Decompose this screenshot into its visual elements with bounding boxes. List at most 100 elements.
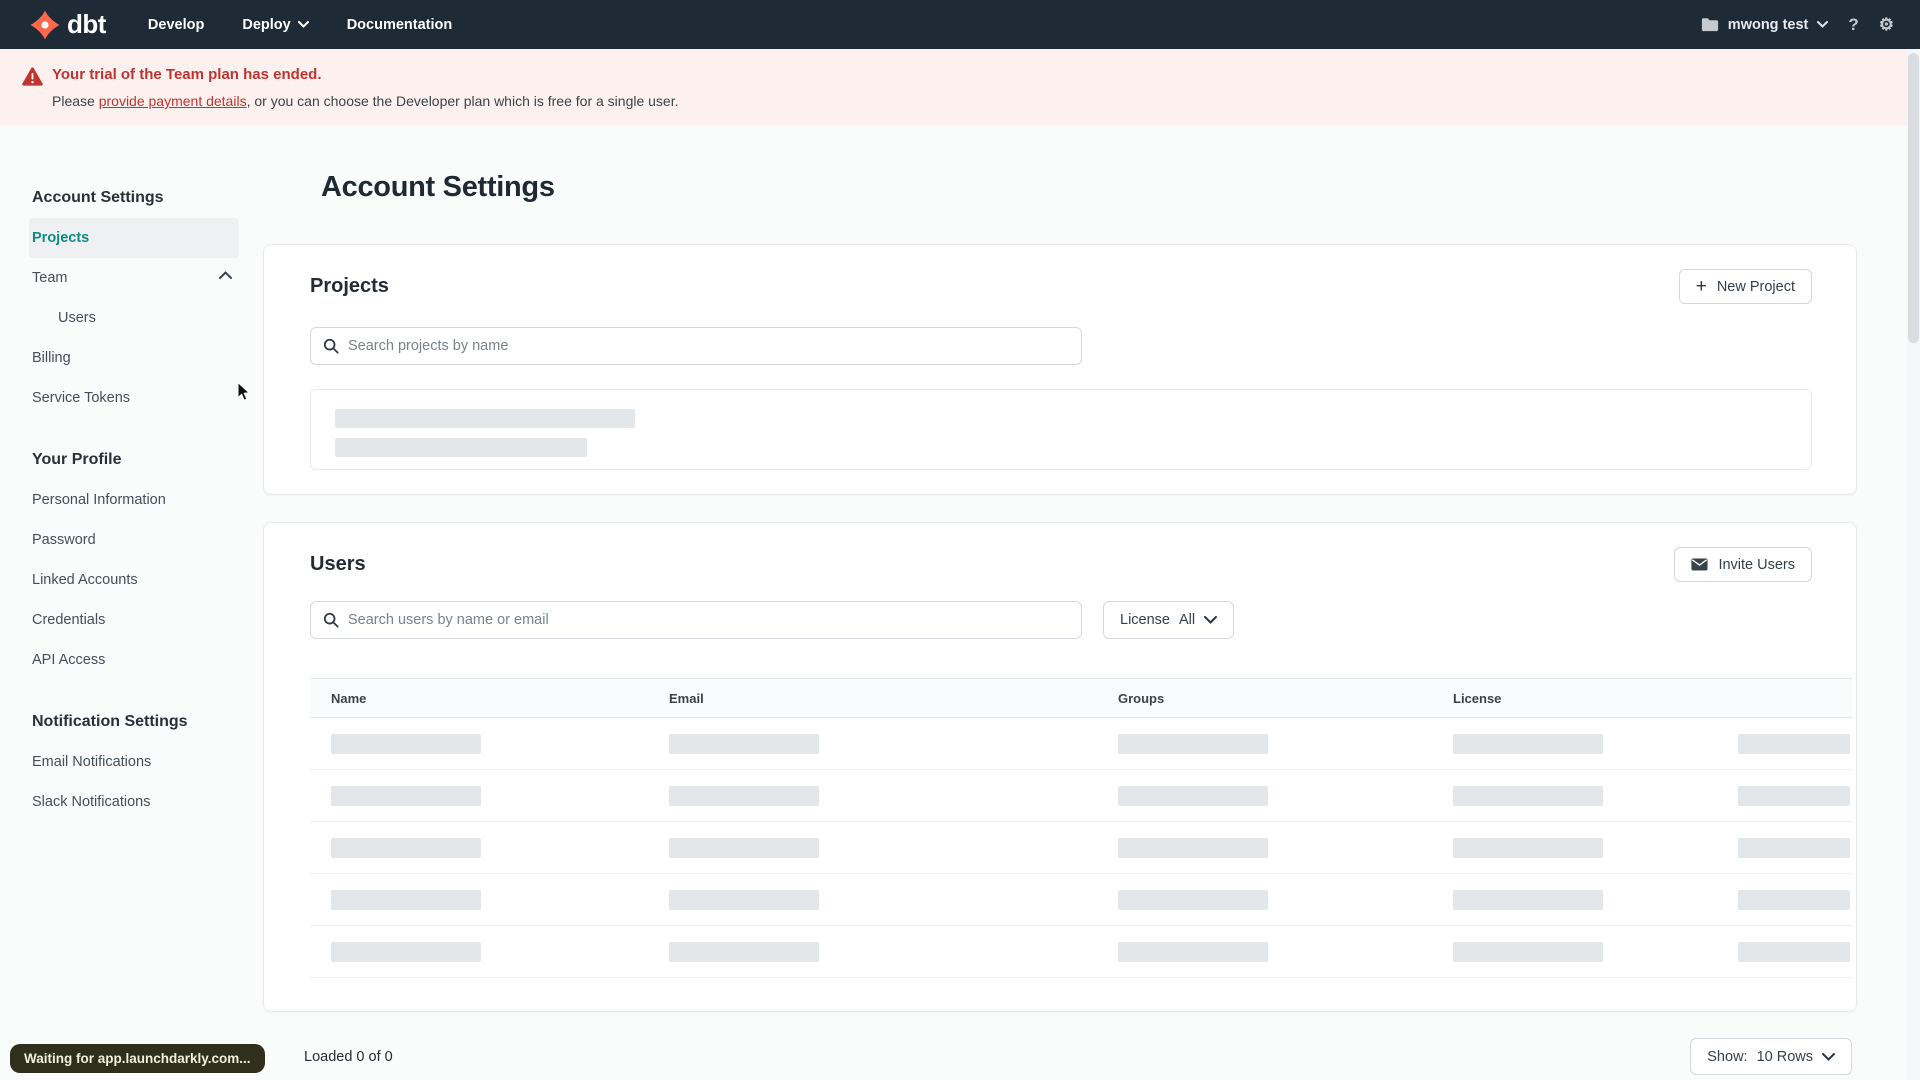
license-filter-dropdown[interactable]: License All <box>1103 601 1235 639</box>
sidebar-heading-notification-settings: Notification Settings <box>32 713 188 730</box>
skeleton-bar <box>331 734 481 754</box>
nav-deploy-label: Deploy <box>242 16 291 33</box>
help-icon[interactable]: ? <box>1848 16 1858 33</box>
license-filter-label: License <box>1120 612 1170 628</box>
users-search-row: License All <box>310 601 1812 639</box>
projects-search-box[interactable] <box>310 327 1082 365</box>
skeleton-bar <box>1118 942 1268 962</box>
show-value: 10 Rows <box>1756 1048 1813 1065</box>
column-header-name: Name <box>331 690 367 706</box>
users-table-header: Name Email Groups License <box>310 678 1852 718</box>
skeleton-bar <box>335 409 635 428</box>
skeleton-bar <box>331 838 481 858</box>
skeleton-bar <box>335 438 587 457</box>
sidebar-item-slack-notifications[interactable]: Slack Notifications <box>32 782 242 822</box>
table-row-skeleton <box>310 926 1852 978</box>
navbar-right: mwong test ? ⚙ <box>1701 16 1894 33</box>
sidebar-item-projects[interactable]: Projects <box>29 218 239 258</box>
users-search-box[interactable] <box>310 601 1082 639</box>
users-table: Name Email Groups License <box>310 678 1852 978</box>
payment-details-link[interactable]: provide payment details <box>99 93 247 109</box>
sidebar-item-label: Projects <box>32 230 90 246</box>
table-row-skeleton <box>310 718 1852 770</box>
chevron-down-icon <box>297 21 309 28</box>
warning-icon <box>22 67 43 126</box>
banner-body-suffix: , or you can choose the Developer plan w… <box>246 93 679 109</box>
new-project-button[interactable]: + New Project <box>1678 269 1812 304</box>
sidebar-item-team[interactable]: Team <box>32 258 242 298</box>
projects-loading-skeleton <box>310 389 1812 470</box>
sidebar-item-label: API Access <box>32 652 106 668</box>
column-header-license: License <box>1453 690 1502 706</box>
gear-icon[interactable]: ⚙ <box>1879 16 1894 33</box>
skeleton-bar <box>1453 942 1603 962</box>
sidebar-heading-your-profile: Your Profile <box>32 451 122 468</box>
skeleton-bar <box>1118 890 1268 910</box>
users-search-input[interactable] <box>348 612 1069 628</box>
chevron-down-icon <box>1817 21 1829 28</box>
sidebar-item-users[interactable]: Users <box>32 298 242 338</box>
settings-sidebar: Account Settings Projects Team Users Bil… <box>0 126 263 1075</box>
scrollbar-thumb[interactable] <box>1908 53 1919 343</box>
skeleton-bar <box>669 942 819 962</box>
users-card-header: Users Invite Users <box>310 547 1812 582</box>
sidebar-item-email-notifications[interactable]: Email Notifications <box>32 742 242 782</box>
skeleton-bar <box>1738 838 1850 858</box>
sidebar-item-label: Email Notifications <box>32 754 152 770</box>
banner-title: Your trial of the Team plan has ended. <box>52 66 322 83</box>
dbt-logo[interactable]: dbt <box>30 9 106 40</box>
sidebar-item-label: Linked Accounts <box>32 572 138 588</box>
table-row-skeleton <box>310 822 1852 874</box>
sidebar-item-credentials[interactable]: Credentials <box>32 600 242 640</box>
projects-search-input[interactable] <box>348 338 1069 354</box>
account-name: mwong test <box>1727 16 1809 33</box>
banner-body: Please provide payment details, or you c… <box>52 92 679 110</box>
skeleton-bar <box>1453 734 1603 754</box>
skeleton-bar <box>1738 734 1850 754</box>
table-footer: Loaded 0 of 0 Show: 10 Rows <box>263 1038 1857 1075</box>
sidebar-item-api-access[interactable]: API Access <box>32 640 242 680</box>
skeleton-bar <box>1453 838 1603 858</box>
sidebar-item-label: Personal Information <box>32 492 166 508</box>
sidebar-item-personal-information[interactable]: Personal Information <box>32 480 242 520</box>
show-label: Show: <box>1707 1048 1748 1065</box>
nav-develop[interactable]: Develop <box>148 17 204 33</box>
nav-documentation[interactable]: Documentation <box>347 17 453 33</box>
rows-per-page-dropdown[interactable]: Show: 10 Rows <box>1690 1038 1852 1075</box>
skeleton-bar <box>331 786 481 806</box>
sidebar-item-service-tokens[interactable]: Service Tokens <box>32 378 242 418</box>
sidebar-item-linked-accounts[interactable]: Linked Accounts <box>32 560 242 600</box>
license-filter-value: All <box>1178 612 1196 628</box>
users-card: Users Invite Users License Al <box>263 522 1857 1012</box>
account-switcher[interactable]: mwong test <box>1701 17 1829 33</box>
skeleton-bar <box>1453 786 1603 806</box>
table-row-skeleton <box>310 874 1852 926</box>
skeleton-bar <box>331 890 481 910</box>
skeleton-bar <box>669 838 819 858</box>
column-header-email: Email <box>669 690 704 706</box>
invite-users-button[interactable]: Invite Users <box>1674 547 1812 582</box>
dbt-logo-icon <box>30 9 60 40</box>
sidebar-item-label: Billing <box>32 350 71 366</box>
sidebar-heading-account-settings: Account Settings <box>32 189 164 206</box>
top-navbar: dbt Develop Deploy Documentation mwong t… <box>0 0 1920 49</box>
sidebar-item-password[interactable]: Password <box>32 520 242 560</box>
brand-name: dbt <box>67 9 106 39</box>
vertical-scrollbar[interactable] <box>1907 49 1920 1080</box>
plus-icon: + <box>1695 276 1707 297</box>
sidebar-item-billing[interactable]: Billing <box>32 338 242 378</box>
projects-section-title: Projects <box>310 275 389 297</box>
sidebar-item-label: Credentials <box>32 612 106 628</box>
column-header-groups: Groups <box>1118 690 1165 706</box>
skeleton-bar <box>1738 890 1850 910</box>
projects-search-row <box>310 327 1812 365</box>
users-section-title: Users <box>310 553 366 575</box>
projects-card: Projects + New Project <box>263 244 1857 495</box>
skeleton-bar <box>1738 786 1850 806</box>
chevron-down-icon <box>1822 1052 1835 1061</box>
search-icon <box>323 338 339 354</box>
projects-card-header: Projects + New Project <box>310 269 1812 304</box>
nav-deploy[interactable]: Deploy <box>242 16 309 33</box>
content-area: Account Settings Projects Team Users Bil… <box>0 126 1920 1075</box>
sidebar-item-label: Team <box>32 270 68 286</box>
